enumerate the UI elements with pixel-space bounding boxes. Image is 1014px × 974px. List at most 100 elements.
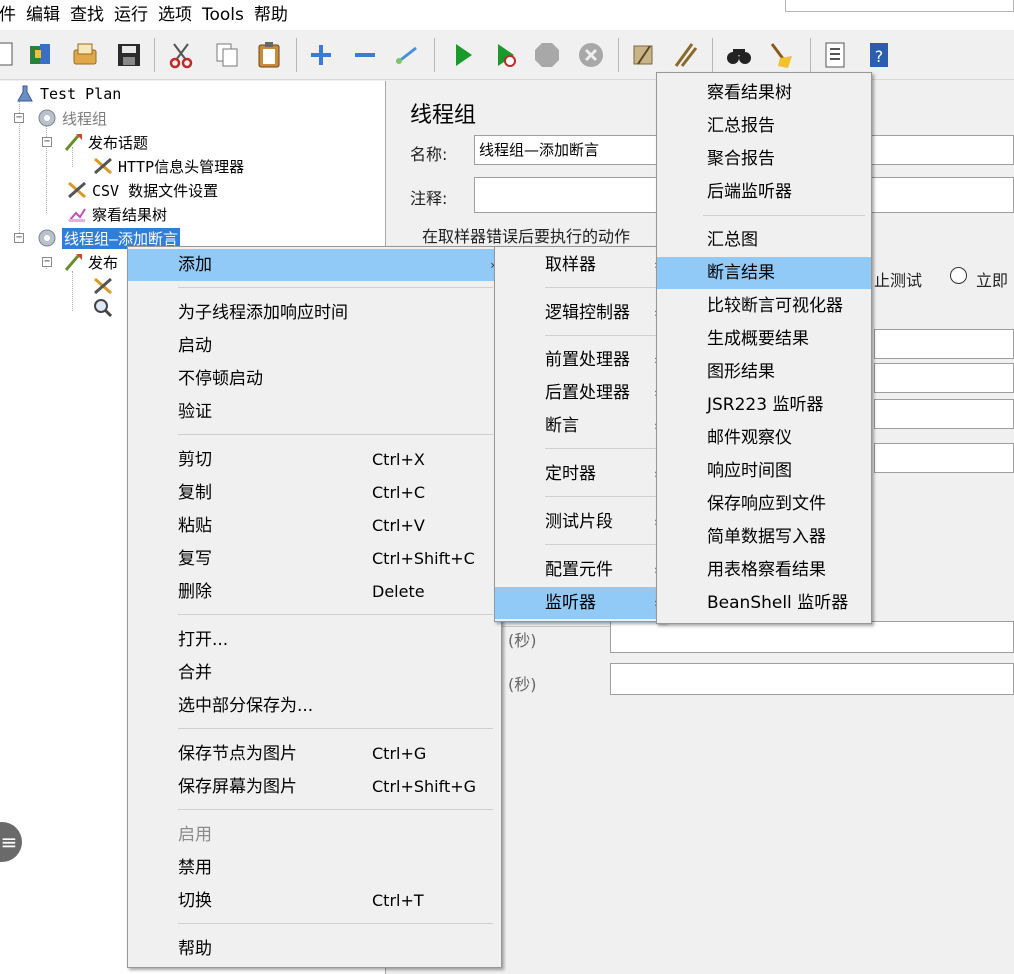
submenu-item-sampler[interactable]: 取样器› (495, 249, 665, 281)
tree-node-label: CSV 数据文件设置 (92, 181, 219, 200)
listener-submenu: 察看结果树 汇总报告 聚合报告 后端监听器 汇总图 断言结果 比较断言可视化器 … (656, 72, 872, 624)
submenu-item-test-fragment[interactable]: 测试片段› (495, 506, 665, 538)
duration-field[interactable] (610, 621, 1014, 653)
tree-collapse-toggle[interactable]: − (42, 137, 52, 147)
search-icon[interactable] (722, 38, 756, 72)
listener-item-aggregate-graph[interactable]: 汇总图 (657, 224, 871, 256)
menu-item-disable[interactable]: 禁用 (128, 852, 501, 884)
menu-item-save-node-image[interactable]: 保存节点为图片 Ctrl+G (128, 738, 501, 770)
tree-collapse-toggle[interactable]: − (14, 233, 24, 243)
menu-item-toggle[interactable]: 切换 Ctrl+T (128, 885, 501, 917)
expand-icon[interactable] (304, 38, 338, 72)
submenu-item-config-element[interactable]: 配置元件› (495, 554, 665, 586)
menu-item-save-screen-image[interactable]: 保存屏幕为图片 Ctrl+Shift+G (128, 771, 501, 803)
listener-item-summary-report[interactable]: 汇总报告 (657, 110, 871, 142)
menu-tools[interactable]: Tools (197, 0, 249, 30)
menu-item-merge[interactable]: 合并 (128, 657, 501, 689)
stop-now-label: 立即 (976, 271, 1009, 290)
submenu-item-logic-controller[interactable]: 逻辑控制器› (495, 297, 665, 329)
tree-node-header-manager[interactable]: HTTP信息头管理器 (92, 155, 244, 177)
tree-node-thread-group[interactable]: 线程组 (36, 107, 107, 129)
tree-collapse-toggle[interactable]: − (14, 113, 24, 123)
function-helper-icon[interactable] (818, 38, 852, 72)
menu-item-add-think-times[interactable]: 为子线程添加响应时间 (128, 297, 501, 329)
collapse-icon[interactable] (348, 38, 382, 72)
thread-group-icon (38, 109, 56, 127)
clear-all-icon[interactable] (668, 38, 702, 72)
tree-node-config-2[interactable] (92, 275, 118, 297)
menu-item-add[interactable]: 添加 › (128, 249, 501, 281)
listener-item-save-responses-to-file[interactable]: 保存响应到文件 (657, 488, 871, 520)
startup-delay-field[interactable] (610, 663, 1014, 695)
tree-node-view-results-tree[interactable]: 察看结果树 (66, 203, 167, 225)
listener-item-mailer-visualizer[interactable]: 邮件观察仪 (657, 422, 871, 454)
listener-item-response-time-graph[interactable]: 响应时间图 (657, 455, 871, 487)
submenu-item-timer[interactable]: 定时器› (495, 458, 665, 490)
thread-count-field[interactable] (874, 329, 1014, 359)
listener-item-graph-results[interactable]: 图形结果 (657, 356, 871, 388)
submenu-item-assertion[interactable]: 断言› (495, 410, 665, 442)
stop-now-radio[interactable] (950, 267, 967, 284)
menu-item-duplicate[interactable]: 复写 Ctrl+Shift+C (128, 543, 501, 575)
menu-item-copy[interactable]: 复制 Ctrl+C (128, 477, 501, 509)
listener-item-jsr223-listener[interactable]: JSR223 监听器 (657, 389, 871, 421)
listener-item-view-results-tree[interactable]: 察看结果树 (657, 77, 871, 109)
listener-item-generate-summary-results[interactable]: 生成概要结果 (657, 323, 871, 355)
stop-icon[interactable] (530, 38, 564, 72)
menu-item-open[interactable]: 打开... (128, 624, 501, 656)
template-icon[interactable] (24, 38, 58, 72)
menu-file[interactable]: 件 (0, 0, 21, 30)
paste-icon[interactable] (252, 38, 286, 72)
toggle-icon[interactable] (390, 38, 424, 72)
tree-node-assertion-listener[interactable] (92, 297, 118, 319)
menu-item-start-no-pause[interactable]: 不停顿启动 (128, 363, 501, 395)
clear-icon[interactable] (626, 38, 660, 72)
menu-item-validate[interactable]: 验证 (128, 396, 501, 428)
listener-item-view-results-in-table[interactable]: 用表格察看结果 (657, 554, 871, 586)
save-icon[interactable] (112, 38, 146, 72)
submenu-item-pre-processor[interactable]: 前置处理器› (495, 344, 665, 376)
menu-edit[interactable]: 编辑 (21, 0, 65, 30)
listener-item-aggregate-report[interactable]: 聚合报告 (657, 143, 871, 175)
menu-item-delete[interactable]: 删除 Delete (128, 576, 501, 608)
open-icon[interactable] (68, 38, 102, 72)
cut-icon[interactable] (164, 38, 198, 72)
stop-test-label: 止测试 (874, 271, 923, 290)
tree-node-csv-data-set[interactable]: CSV 数据文件设置 (66, 179, 218, 201)
tree-node-sampler[interactable]: 发布话题 (62, 131, 148, 153)
loop-count-field[interactable] (874, 399, 1014, 429)
tree-collapse-toggle[interactable]: − (42, 257, 52, 267)
ramp-up-field[interactable] (874, 363, 1014, 393)
reset-search-icon[interactable] (764, 38, 798, 72)
help-icon[interactable]: ? (862, 38, 896, 72)
tree-node-test-plan[interactable]: Test Plan (14, 83, 121, 105)
start-icon[interactable] (446, 38, 480, 72)
menu-item-help[interactable]: 帮助 (128, 933, 501, 965)
submenu-item-listener[interactable]: 监听器› (495, 587, 665, 619)
copy-icon[interactable] (210, 38, 244, 72)
listener-item-simple-data-writer[interactable]: 简单数据写入器 (657, 521, 871, 553)
tree-node-label: 察看结果树 (92, 205, 168, 224)
magnifier-icon (94, 299, 113, 318)
jmeter-window: 件 编辑 查找 运行 选项 Tools 帮助 ? Test Plan − 线程组… (0, 0, 1014, 974)
menu-search[interactable]: 查找 (65, 0, 109, 30)
menu-item-start[interactable]: 启动 (128, 330, 501, 362)
listener-item-beanshell-listener[interactable]: BeanShell 监听器 (657, 587, 871, 619)
tree-node-label: Test Plan (40, 85, 122, 103)
menu-options[interactable]: 选项 (153, 0, 197, 30)
listener-item-compare-assertion-visualizer[interactable]: 比较断言可视化器 (657, 290, 871, 322)
menu-help[interactable]: 帮助 (249, 0, 293, 30)
same-user-field[interactable] (874, 443, 1014, 473)
submenu-item-post-processor[interactable]: 后置处理器› (495, 377, 665, 409)
menu-run[interactable]: 运行 (109, 0, 153, 30)
context-menu: 添加 › 为子线程添加响应时间 启动 不停顿启动 验证 剪切 Ctrl+X 复制 Ct… (127, 246, 502, 968)
menu-item-cut[interactable]: 剪切 Ctrl+X (128, 444, 501, 476)
menu-item-paste[interactable]: 粘贴 Ctrl+V (128, 510, 501, 542)
shutdown-icon[interactable] (574, 38, 608, 72)
listener-item-backend-listener[interactable]: 后端监听器 (657, 176, 871, 208)
new-icon[interactable] (0, 38, 20, 72)
listener-item-assertion-results[interactable]: 断言结果 (657, 257, 871, 289)
start-no-pause-icon[interactable] (488, 38, 522, 72)
tree-node-sampler-2[interactable]: 发布 (62, 251, 118, 273)
menu-item-save-selection-as[interactable]: 选中部分保存为... (128, 690, 501, 722)
